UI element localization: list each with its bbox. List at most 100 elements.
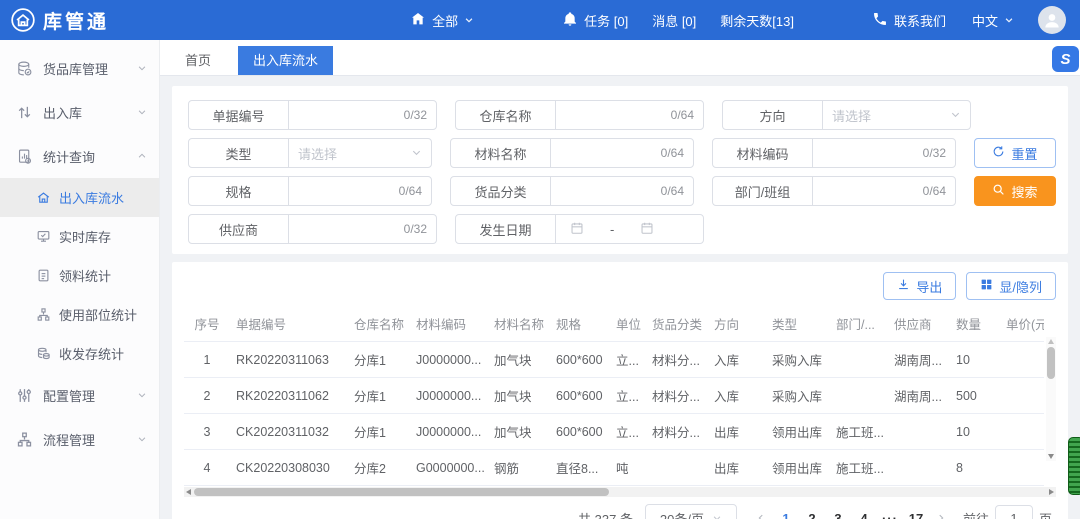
org-chart-icon (36, 307, 51, 322)
goods-category-field[interactable]: 货品分类 0/64 (450, 176, 694, 206)
reset-button[interactable]: 重置 (974, 138, 1056, 168)
floating-green-widget[interactable] (1068, 437, 1080, 495)
next-page-button[interactable] (929, 511, 953, 519)
date-range-field[interactable]: 发生日期 - (455, 214, 704, 244)
select-placeholder: 请选择 (832, 106, 871, 125)
sidebar-item-usage-location-stats[interactable]: 使用部位统计 (0, 295, 159, 334)
floating-s-widget[interactable]: S (1052, 46, 1079, 72)
table-cell: 施工班... (830, 414, 888, 450)
table-cell: 入库 (708, 342, 766, 378)
sidebar-item-goods-warehouse[interactable]: 货品库管理 (0, 46, 159, 90)
spec-field[interactable]: 规格 0/64 (188, 176, 432, 206)
sidebar-item-material-stats[interactable]: 领料统计 (0, 256, 159, 295)
order-no-input[interactable] (298, 108, 404, 123)
table-wrap: 序号单据编号仓库名称材料编码材料名称规格单位货品分类方向类型部门/...供应商数… (184, 306, 1044, 486)
prev-page-button[interactable] (749, 511, 773, 519)
language-dropdown[interactable]: 中文 (972, 11, 1014, 30)
pager-page-2[interactable]: 2 (799, 511, 825, 519)
page-size-select[interactable]: 20条/页 (645, 504, 737, 519)
select-placeholder: 请选择 (298, 144, 337, 163)
table-cell: 600*600 (550, 414, 610, 450)
process-flow-icon (16, 431, 33, 448)
pager-page-4[interactable]: 4 (851, 511, 877, 519)
filter-panel: 单据编号 0/32 仓库名称 0/64 方向 请选择 (172, 86, 1068, 254)
table-cell: 立... (610, 414, 646, 450)
pager-page-3[interactable]: 3 (825, 511, 851, 519)
material-name-field[interactable]: 材料名称 0/64 (450, 138, 694, 168)
date-separator: - (610, 222, 614, 237)
messages-label: 消息 [0] (652, 11, 696, 30)
records-panel: 导出 显/隐列 序号单据编号仓库名称材料编码材料名称规格单位货品分类方向类型部门… (172, 262, 1068, 519)
scroll-down-arrow-icon[interactable] (1048, 454, 1054, 459)
top-header: 库管通 全部 任务 [0] 消息 [0] 剩 (0, 0, 1080, 40)
tab-inout-flow[interactable]: 出入库流水 (238, 46, 333, 75)
sidebar-item-process[interactable]: 流程管理 (0, 417, 159, 461)
pager-page-1[interactable]: 1 (773, 511, 799, 519)
tab-home[interactable]: 首页 (170, 46, 226, 75)
char-counter: 0/64 (671, 108, 694, 122)
days-remaining-label: 剩余天数[13] (720, 11, 794, 30)
vertical-scrollbar-thumb[interactable] (1047, 347, 1055, 379)
table-cell: J0000000... (410, 342, 488, 378)
supplier-input[interactable] (298, 222, 404, 237)
supplier-field[interactable]: 供应商 0/32 (188, 214, 437, 244)
show-hide-columns-button[interactable]: 显/隐列 (966, 272, 1056, 300)
warehouse-name-field[interactable]: 仓库名称 0/64 (455, 100, 704, 130)
language-label: 中文 (972, 11, 998, 30)
sidebar-item-in-out[interactable]: 出入库 (0, 90, 159, 134)
tasks-item[interactable]: 任务 [0] (562, 11, 628, 30)
horizontal-scrollbar[interactable] (184, 487, 1056, 497)
pager-ellipsis[interactable]: ··· (877, 511, 903, 519)
table-cell: 钢筋 (488, 450, 550, 486)
table-cell: 2 (184, 378, 230, 414)
column-header: 类型 (766, 306, 830, 342)
pagination-bar: 共 337 条 20条/页 1234···17 (184, 497, 1056, 519)
type-select-field[interactable]: 类型 请选择 (188, 138, 432, 168)
calendar-icon[interactable] (640, 221, 654, 238)
column-header: 序号 (184, 306, 230, 342)
chevron-down-icon (411, 146, 422, 161)
search-button[interactable]: 搜索 (974, 176, 1056, 206)
table-cell: G0000000... (410, 450, 488, 486)
table-cell (1000, 414, 1044, 450)
material-code-field[interactable]: 材料编码 0/32 (712, 138, 956, 168)
department-input[interactable] (822, 184, 923, 199)
field-label: 发生日期 (456, 215, 556, 243)
export-button[interactable]: 导出 (883, 272, 956, 300)
contact-us[interactable]: 联系我们 (872, 11, 946, 30)
scope-dropdown[interactable]: 全部 (410, 11, 474, 30)
material-name-input[interactable] (560, 146, 661, 161)
sidebar-item-config[interactable]: 配置管理 (0, 373, 159, 417)
scroll-up-arrow-icon[interactable] (1048, 339, 1054, 344)
field-label: 材料名称 (451, 139, 551, 167)
warehouse-name-input[interactable] (565, 108, 671, 123)
field-label: 单据编号 (189, 101, 289, 129)
document-list-icon (36, 268, 51, 283)
avatar[interactable] (1038, 6, 1066, 34)
sidebar-item-inout-flow[interactable]: 出入库流水 (0, 178, 159, 217)
direction-select-field[interactable]: 方向 请选择 (722, 100, 971, 130)
goods-category-input[interactable] (560, 184, 661, 199)
table-cell: 湖南周... (888, 342, 950, 378)
calendar-icon[interactable] (570, 221, 584, 238)
total-count: 共 337 条 (578, 509, 633, 519)
vertical-scrollbar[interactable] (1046, 337, 1056, 461)
table-cell: 立... (610, 342, 646, 378)
table-cell (830, 342, 888, 378)
messages-item[interactable]: 消息 [0] (652, 11, 696, 30)
pager-page-17[interactable]: 17 (903, 511, 929, 519)
spec-input[interactable] (298, 184, 399, 199)
column-header: 仓库名称 (348, 306, 410, 342)
sidebar-item-statistics[interactable]: 统计查询 (0, 134, 159, 178)
app-title: 库管通 (43, 7, 109, 34)
table-cell (1000, 450, 1044, 486)
goto-page-input[interactable] (995, 505, 1033, 519)
sidebar-item-realtime-stock[interactable]: 实时库存 (0, 217, 159, 256)
horizontal-scrollbar-thumb[interactable] (194, 488, 609, 496)
department-field[interactable]: 部门/班组 0/64 (712, 176, 956, 206)
sidebar-item-receive-send-stats[interactable]: 收发存统计 (0, 334, 159, 373)
order-no-field[interactable]: 单据编号 0/32 (188, 100, 437, 130)
material-code-input[interactable] (822, 146, 923, 161)
scroll-right-arrow-icon[interactable] (1049, 489, 1054, 495)
scroll-left-arrow-icon[interactable] (186, 489, 191, 495)
